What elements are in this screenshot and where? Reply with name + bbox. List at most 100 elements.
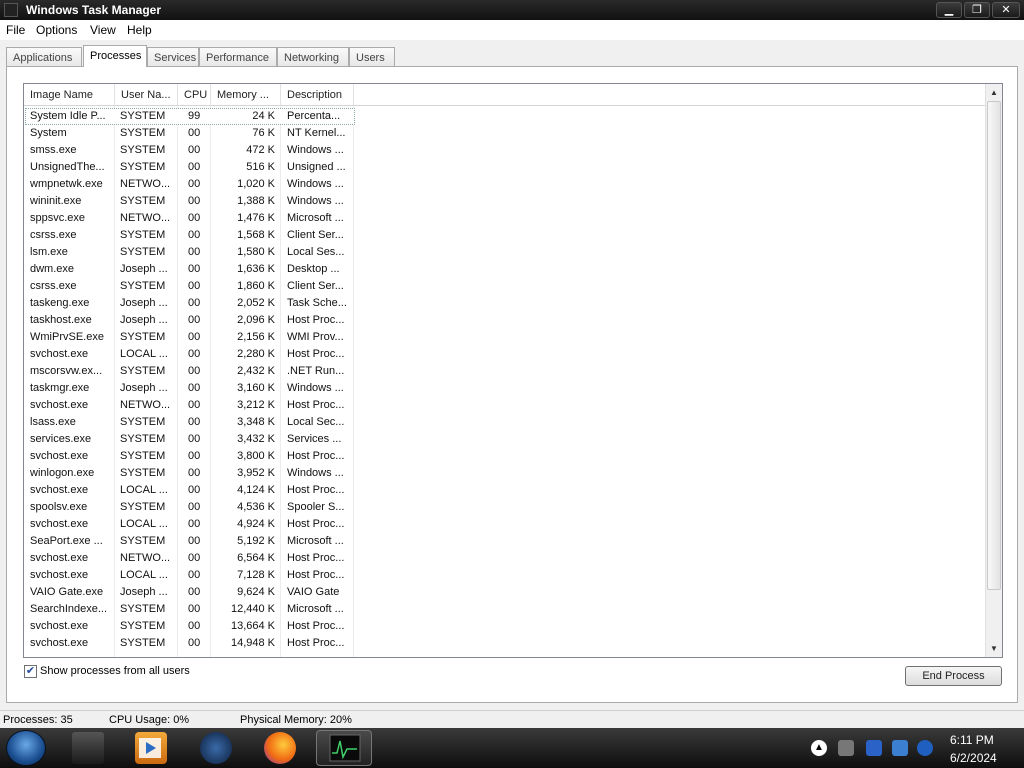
table-row[interactable]: UnsignedThe... SYSTEM 00 516 K Unsigned ... — [24, 159, 986, 176]
cell-image-name: csrss.exe — [30, 229, 77, 241]
table-row[interactable]: smss.exe SYSTEM 00 472 K Windows ... — [24, 142, 986, 159]
cell-user-name: NETWO... — [120, 212, 171, 224]
table-row[interactable]: svchost.exe LOCAL ... 00 7,128 K Host Proc..… — [24, 567, 986, 584]
battery-icon[interactable] — [838, 740, 854, 756]
clock-time[interactable]: 6:11 PM — [950, 733, 994, 747]
security-shield-icon[interactable] — [866, 740, 882, 756]
table-row[interactable]: SearchIndexe... SYSTEM 00 12,440 K Microsoft… — [24, 601, 986, 618]
status-processes: Processes: 35 — [3, 714, 73, 726]
cell-cpu: 00 — [188, 263, 201, 275]
column-description[interactable]: Description — [281, 84, 354, 106]
table-row[interactable]: svchost.exe NETWO... 00 6,564 K Host Proc... — [24, 550, 986, 567]
table-row[interactable]: winlogon.exe SYSTEM 00 3,952 K Windows ... — [24, 465, 986, 482]
table-row[interactable]: svchost.exe LOCAL ... 00 2,280 K Host Proc..… — [24, 346, 986, 363]
table-row[interactable]: VAIO Gate.exe Joseph ... 00 9,624 K VAIO Gat… — [24, 584, 986, 601]
table-row[interactable]: services.exe SYSTEM 00 3,432 K Services ... — [24, 431, 986, 448]
status-physical-memory: Physical Memory: 20% — [240, 714, 352, 726]
cell-description: Host Proc... — [287, 620, 345, 632]
column-user-name[interactable]: User Na... — [115, 84, 178, 106]
scroll-down-icon[interactable]: ▼ — [986, 640, 1002, 657]
cell-memory: 1,580 K — [237, 246, 275, 258]
show-hidden-icons[interactable]: ▲ — [811, 740, 827, 756]
cell-description: Spooler S... — [287, 501, 345, 513]
cell-user-name: LOCAL ... — [120, 569, 168, 581]
scroll-up-icon[interactable]: ▲ — [986, 84, 1002, 101]
cell-image-name: wmpnetwk.exe — [30, 178, 103, 190]
table-row[interactable]: taskeng.exe Joseph ... 00 2,052 K Task Sche.… — [24, 295, 986, 312]
cell-memory: 3,800 K — [237, 450, 275, 462]
cell-image-name: taskhost.exe — [30, 314, 92, 326]
menu-options[interactable]: Options — [36, 23, 77, 37]
cell-description: Task Sche... — [287, 297, 347, 309]
table-row[interactable]: lsm.exe SYSTEM 00 1,580 K Local Ses... — [24, 244, 986, 261]
table-row[interactable]: svchost.exe NETWO... 00 3,212 K Host Proc... — [24, 397, 986, 414]
cell-description: .NET Run... — [287, 365, 345, 377]
start-orb-icon[interactable] — [6, 730, 46, 766]
table-row[interactable]: WmiPrvSE.exe SYSTEM 00 2,156 K WMI Prov... — [24, 329, 986, 346]
cell-cpu: 00 — [188, 331, 201, 343]
table-row[interactable]: taskhost.exe Joseph ... 00 2,096 K Host Proc… — [24, 312, 986, 329]
network-icon[interactable] — [917, 740, 933, 756]
table-row[interactable]: sppsvc.exe NETWO... 00 1,476 K Microsoft ... — [24, 210, 986, 227]
cell-description: Local Sec... — [287, 416, 345, 428]
clock-date[interactable]: 6/2/2024 — [950, 751, 997, 765]
display-icon[interactable] — [892, 740, 908, 756]
task-manager-icon[interactable] — [316, 730, 372, 766]
column-cpu[interactable]: CPU — [178, 84, 211, 106]
minimize-button[interactable]: ▁ — [936, 2, 962, 18]
cell-image-name: taskeng.exe — [30, 297, 90, 309]
table-row[interactable]: svchost.exe LOCAL ... 00 4,924 K Host Proc..… — [24, 516, 986, 533]
tab-processes[interactable]: Processes — [83, 45, 147, 67]
cell-user-name: SYSTEM — [120, 365, 166, 377]
scroll-thumb[interactable] — [987, 101, 1001, 590]
menu-view[interactable]: View — [90, 23, 116, 37]
table-row[interactable]: mscorsvw.ex... SYSTEM 00 2,432 K .NET Run... — [24, 363, 986, 380]
cell-memory: 3,160 K — [237, 382, 275, 394]
cell-image-name: UnsignedThe... — [30, 161, 105, 173]
table-row[interactable]: lsass.exe SYSTEM 00 3,348 K Local Sec... — [24, 414, 986, 431]
network-globe-icon[interactable] — [200, 732, 232, 764]
tab-performance[interactable]: Performance — [199, 47, 277, 67]
cell-description: Host Proc... — [287, 637, 345, 649]
table-row[interactable]: System Idle P... SYSTEM 99 24 K Percenta... — [24, 108, 986, 125]
process-list[interactable]: Image Name User Na... CPU Memory ... Des… — [23, 83, 1003, 658]
table-row[interactable]: svchost.exe LOCAL ... 00 4,124 K Host Proc..… — [24, 482, 986, 499]
cell-image-name: smss.exe — [30, 144, 77, 156]
column-memory[interactable]: Memory ... — [211, 84, 281, 106]
tab-services[interactable]: Services — [147, 47, 199, 67]
table-row[interactable]: taskmgr.exe Joseph ... 00 3,160 K Windows ..… — [24, 380, 986, 397]
table-row[interactable]: csrss.exe SYSTEM 00 1,860 K Client Ser... — [24, 278, 986, 295]
close-button[interactable]: ✕ — [992, 2, 1020, 18]
table-row[interactable]: System SYSTEM 00 76 K NT Kernel... — [24, 125, 986, 142]
end-process-button[interactable]: End Process — [905, 666, 1002, 686]
table-row[interactable]: csrss.exe SYSTEM 00 1,568 K Client Ser... — [24, 227, 986, 244]
cell-cpu: 00 — [188, 450, 201, 462]
column-image-name[interactable]: Image Name — [24, 84, 115, 106]
cell-user-name: NETWO... — [120, 552, 171, 564]
show-all-users-checkbox[interactable]: ✔ — [24, 665, 37, 678]
maximize-button[interactable]: ❐ — [964, 2, 990, 18]
cell-image-name: lsass.exe — [30, 416, 76, 428]
table-row[interactable]: wmpnetwk.exe NETWO... 00 1,020 K Windows ... — [24, 176, 986, 193]
cell-description: Windows ... — [287, 382, 344, 394]
table-row[interactable]: SeaPort.exe ... SYSTEM 00 5,192 K Microsoft … — [24, 533, 986, 550]
table-row[interactable]: wininit.exe SYSTEM 00 1,388 K Windows ... — [24, 193, 986, 210]
table-row[interactable]: dwm.exe Joseph ... 00 1,636 K Desktop ... — [24, 261, 986, 278]
menu-help[interactable]: Help — [127, 23, 152, 37]
folder-icon[interactable] — [72, 732, 104, 764]
table-row[interactable]: svchost.exe SYSTEM 00 14,948 K Host Proc... — [24, 635, 986, 652]
cell-image-name: dwm.exe — [30, 263, 75, 275]
cell-image-name: svchost.exe — [30, 637, 89, 649]
table-row[interactable]: spoolsv.exe SYSTEM 00 4,536 K Spooler S... — [24, 499, 986, 516]
table-row[interactable]: svchost.exe SYSTEM 00 3,800 K Host Proc... — [24, 448, 986, 465]
media-player-icon[interactable] — [135, 732, 167, 764]
tab-networking[interactable]: Networking — [277, 47, 349, 67]
table-row[interactable]: svchost.exe SYSTEM 00 13,664 K Host Proc... — [24, 618, 986, 635]
tab-users[interactable]: Users — [349, 47, 395, 67]
cell-image-name: VAIO Gate.exe — [30, 586, 104, 598]
menu-file[interactable]: File — [6, 23, 25, 37]
vertical-scrollbar[interactable]: ▲ ▼ — [985, 84, 1002, 657]
cell-image-name: services.exe — [30, 433, 92, 445]
tab-applications[interactable]: Applications — [6, 47, 82, 67]
firefox-icon[interactable] — [264, 732, 296, 764]
